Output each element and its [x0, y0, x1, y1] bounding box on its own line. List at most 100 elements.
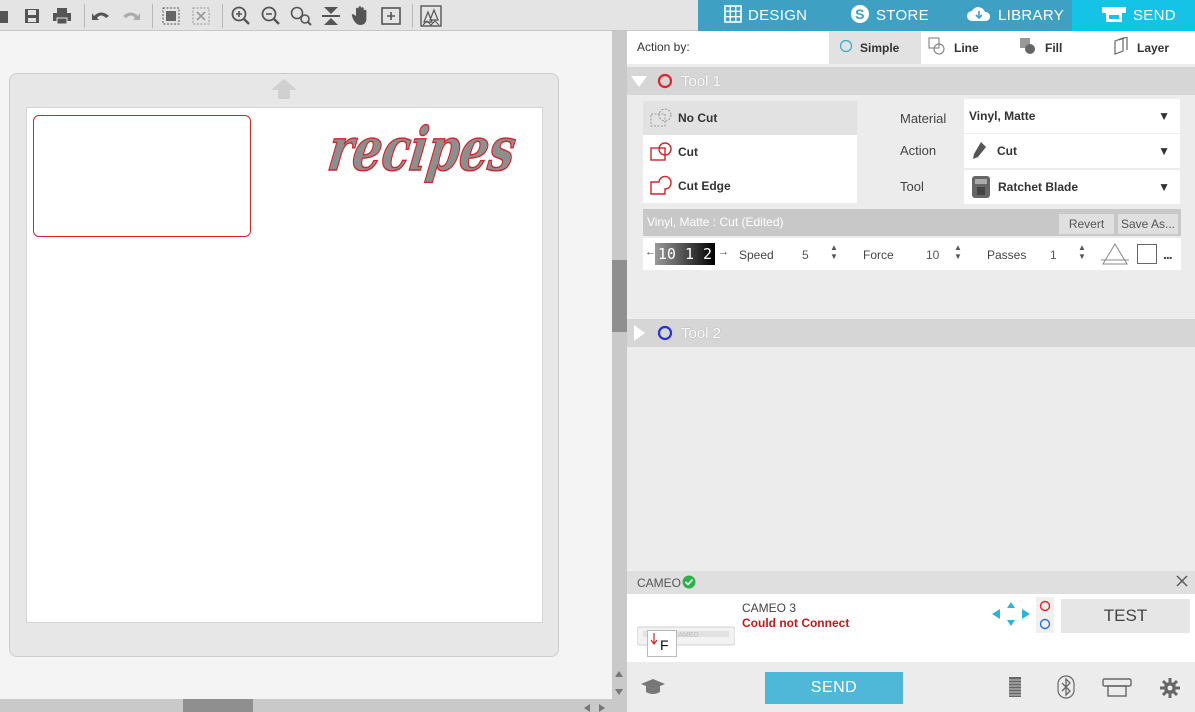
expand-triangle-icon[interactable] — [632, 324, 646, 342]
redo-icon[interactable] — [119, 4, 143, 28]
radio-circle-icon — [839, 39, 853, 56]
deselect-icon[interactable] — [189, 4, 213, 28]
cut-edge-icon — [648, 175, 674, 197]
tool1-holder-icon[interactable] — [1039, 600, 1051, 615]
zoom-out-icon[interactable] — [259, 4, 283, 28]
zoom-in-icon[interactable] — [229, 4, 253, 28]
speed-value: 5 — [802, 248, 809, 262]
open-icon[interactable] — [0, 4, 14, 28]
print-icon[interactable] — [50, 4, 74, 28]
passes-input[interactable]: 1 ▲ ▼ — [1045, 243, 1091, 265]
spinner-arrows-icon[interactable]: ▲ ▼ — [954, 243, 962, 261]
collapse-triangle-icon[interactable] — [630, 74, 648, 88]
pixscan-icon[interactable] — [419, 4, 443, 28]
layer-mode-icon — [1113, 36, 1129, 58]
force-input[interactable]: 10 ▲ ▼ — [921, 243, 967, 265]
paper-page[interactable]: recipes — [26, 107, 543, 623]
revert-button[interactable]: Revert — [1058, 213, 1115, 235]
cloud-icon — [966, 5, 992, 27]
settings-gear-icon[interactable] — [1159, 677, 1181, 702]
tool2-color-indicator — [657, 325, 673, 341]
speed-input[interactable]: 5 ▲ ▼ — [797, 243, 843, 265]
action-layer-label: Layer — [1137, 40, 1170, 55]
toolbar-separator — [152, 4, 153, 28]
cut-rectangle[interactable] — [33, 115, 251, 237]
action-line-option[interactable]: Line — [921, 31, 1013, 64]
action-select[interactable]: Cut ▼ — [964, 134, 1180, 168]
cut-edge-option[interactable]: Cut Edge — [643, 169, 857, 203]
action-by-bar: Action by: Simple Line Fill Layer — [627, 31, 1195, 64]
spinner-arrows-icon[interactable]: ▲ ▼ — [830, 243, 838, 261]
tool1-header[interactable]: Tool 1 — [627, 67, 1195, 95]
tab-design[interactable]: DESIGN — [698, 0, 820, 31]
test-button[interactable]: TEST — [1061, 599, 1190, 633]
send-label: SEND — [810, 679, 858, 696]
action-fill-option[interactable]: Fill — [1013, 31, 1105, 64]
speed-label: Speed — [739, 248, 774, 262]
blade-depth-display[interactable]: 10 1 2 — [655, 243, 715, 265]
force-label: Force — [863, 248, 894, 262]
passes-value: 1 — [1050, 248, 1057, 262]
scroll-down-icon[interactable] — [614, 685, 624, 700]
horizontal-scroll-thumb[interactable] — [183, 699, 253, 712]
tab-send[interactable]: SEND — [1072, 0, 1195, 31]
design-canvas[interactable]: recipes — [0, 31, 612, 699]
device-model: CAMEO 3 — [742, 601, 797, 615]
send-bar: SEND — [627, 662, 1195, 712]
line-segment-overcut-checkbox[interactable] — [1137, 244, 1157, 264]
toolbar-separator — [412, 4, 413, 28]
select-all-icon[interactable] — [159, 4, 183, 28]
cutter-device-icon[interactable] — [1102, 676, 1132, 701]
tab-design-label: DESIGN — [748, 7, 808, 24]
send-button[interactable]: SEND — [765, 672, 903, 704]
spinner-arrows-icon[interactable]: ▲ ▼ — [1078, 243, 1086, 261]
no-cut-option[interactable]: No Cut — [643, 101, 857, 135]
tab-library[interactable]: LIBRARY — [935, 0, 1072, 31]
tool2-holder-icon[interactable] — [1039, 618, 1051, 633]
undo-icon[interactable] — [89, 4, 113, 28]
preview-letter: F — [660, 637, 669, 653]
device-status: Could not Connect — [742, 616, 850, 630]
bluetooth-icon[interactable] — [1057, 675, 1075, 702]
action-layer-option[interactable]: Layer — [1105, 31, 1195, 64]
tool-select[interactable]: Ratchet Blade ▼ — [964, 170, 1180, 204]
action-simple-label: Simple — [860, 40, 900, 55]
track-enhancing-icon[interactable] — [1100, 242, 1130, 269]
vertical-scroll-thumb[interactable] — [612, 260, 627, 332]
close-icon[interactable] — [1175, 574, 1189, 591]
tab-store[interactable]: S STORE — [820, 0, 935, 31]
tool-holder-selector[interactable] — [1036, 597, 1054, 633]
move-blade-arrows-icon[interactable] — [991, 601, 1031, 630]
fit-to-page-icon[interactable] — [319, 4, 343, 28]
no-cut-label: No Cut — [678, 111, 718, 125]
action-simple-option[interactable]: Simple — [829, 31, 921, 64]
scroll-right-icon[interactable] — [597, 701, 607, 712]
machine-label: CAMEO — [673, 632, 699, 639]
material-select[interactable]: Vinyl, Matte ▼ — [964, 99, 1180, 133]
tool2-header[interactable]: Tool 2 — [627, 319, 1195, 347]
vertical-scrollbar[interactable] — [612, 31, 627, 712]
blade-right-arrow-icon[interactable]: → — [718, 246, 729, 258]
cut-option[interactable]: Cut — [643, 135, 857, 169]
device-body: CAMEO F CAMEO 3 Could not Connect TEST — [627, 594, 1195, 670]
save-icon[interactable] — [20, 4, 44, 28]
add-page-icon[interactable] — [379, 4, 403, 28]
horizontal-scrollbar[interactable] — [0, 699, 612, 712]
recipes-text-design[interactable]: recipes — [323, 108, 537, 218]
line-mode-icon — [927, 37, 947, 58]
scroll-up-icon[interactable] — [614, 667, 624, 682]
cut-label: Cut — [678, 145, 698, 159]
pan-hand-icon[interactable] — [349, 4, 373, 28]
revert-label: Revert — [1068, 217, 1105, 231]
save-as-button[interactable]: Save As... — [1117, 213, 1179, 235]
tab-store-label: STORE — [876, 7, 929, 24]
scroll-left-icon[interactable] — [582, 701, 592, 712]
usb-barcode-icon[interactable] — [1007, 676, 1023, 701]
zoom-select-icon[interactable] — [289, 4, 313, 28]
device-header: CAMEO — [627, 571, 1195, 594]
tutorial-cap-icon[interactable] — [640, 677, 666, 700]
no-cut-icon — [648, 107, 674, 129]
more-options-button[interactable]: ... — [1163, 246, 1173, 262]
tool1-color-indicator — [657, 73, 673, 89]
toolbar-separator — [222, 4, 223, 28]
